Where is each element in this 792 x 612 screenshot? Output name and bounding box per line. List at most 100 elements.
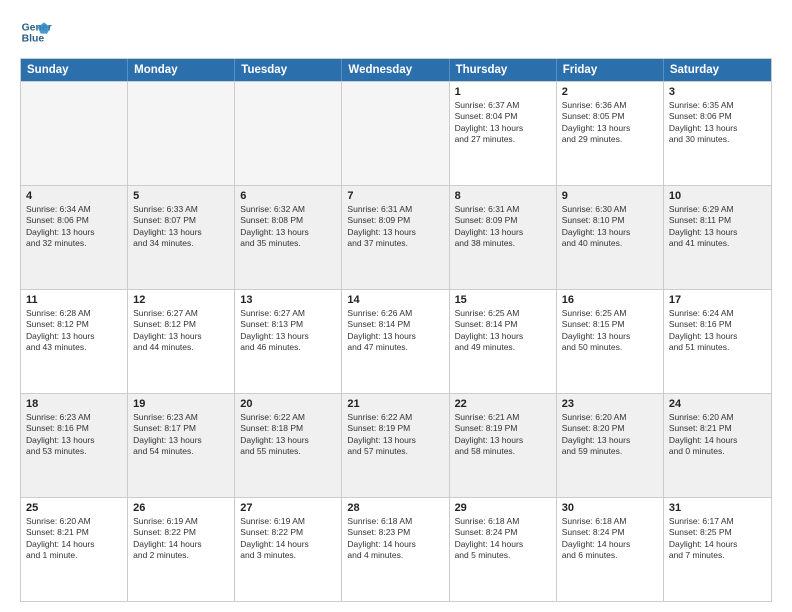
day-number: 22	[455, 398, 551, 410]
day-info: Sunrise: 6:20 AMSunset: 8:21 PMDaylight:…	[669, 412, 766, 458]
day-number: 8	[455, 190, 551, 202]
day-info: Sunrise: 6:37 AMSunset: 8:04 PMDaylight:…	[455, 100, 551, 146]
day-number: 3	[669, 86, 766, 98]
day-cell-25: 25 Sunrise: 6:20 AMSunset: 8:21 PMDayligh…	[21, 498, 128, 601]
day-cell-23: 23Sunrise: 6:20 AMSunset: 8:20 PMDayligh…	[557, 394, 664, 497]
day-number: 13	[240, 294, 336, 306]
header-day-thursday: Thursday	[450, 59, 557, 81]
day-info: Sunrise: 6:18 AMSunset: 8:23 PMDaylight:…	[347, 516, 443, 562]
header-day-sunday: Sunday	[21, 59, 128, 81]
day-cell-5: 5 Sunrise: 6:33 AMSunset: 8:07 PMDaylight…	[128, 186, 235, 289]
page-header: General Blue	[20, 16, 772, 48]
header-day-tuesday: Tuesday	[235, 59, 342, 81]
calendar-row-3: 11Sunrise: 6:28 AMSunset: 8:12 PMDayligh…	[21, 289, 771, 393]
day-number: 15	[455, 294, 551, 306]
day-number: 30	[562, 502, 658, 514]
svg-text:Blue: Blue	[22, 34, 45, 45]
day-cell-3: 3 Sunrise: 6:35 AMSunset: 8:06 PMDaylight…	[664, 82, 771, 185]
day-cell-4: 4 Sunrise: 6:34 AMSunset: 8:06 PMDaylight…	[21, 186, 128, 289]
day-info: Sunrise: 6:29 AMSunset: 8:11 PMDaylight:…	[669, 204, 766, 250]
calendar-row-4: 18 Sunrise: 6:23 AMSunset: 8:16 PMDayligh…	[21, 393, 771, 497]
day-cell-16: 16 Sunrise: 6:25 AMSunset: 8:15 PMDayligh…	[557, 290, 664, 393]
day-number: 18	[26, 398, 122, 410]
day-number: 17	[669, 294, 766, 306]
day-cell-6: 6 Sunrise: 6:32 AMSunset: 8:08 PMDaylight…	[235, 186, 342, 289]
day-info: Sunrise: 6:25 AMSunset: 8:15 PMDaylight:…	[562, 308, 658, 354]
day-number: 4	[26, 190, 122, 202]
day-number: 26	[133, 502, 229, 514]
day-cell-27: 27Sunrise: 6:19 AMSunset: 8:22 PMDayligh…	[235, 498, 342, 601]
day-cell-8: 8 Sunrise: 6:31 AMSunset: 8:09 PMDaylight…	[450, 186, 557, 289]
day-info: Sunrise: 6:21 AMSunset: 8:19 PMDaylight:…	[455, 412, 551, 458]
empty-cell	[342, 82, 449, 185]
day-cell-28: 28 Sunrise: 6:18 AMSunset: 8:23 PMDayligh…	[342, 498, 449, 601]
day-number: 10	[669, 190, 766, 202]
empty-cell	[128, 82, 235, 185]
header-day-monday: Monday	[128, 59, 235, 81]
logo: General Blue	[20, 16, 52, 48]
day-cell-22: 22 Sunrise: 6:21 AMSunset: 8:19 PMDayligh…	[450, 394, 557, 497]
day-cell-17: 17Sunrise: 6:24 AMSunset: 8:16 PMDayligh…	[664, 290, 771, 393]
header-day-saturday: Saturday	[664, 59, 771, 81]
day-cell-18: 18 Sunrise: 6:23 AMSunset: 8:16 PMDayligh…	[21, 394, 128, 497]
day-number: 1	[455, 86, 551, 98]
day-number: 6	[240, 190, 336, 202]
day-info: Sunrise: 6:32 AMSunset: 8:08 PMDaylight:…	[240, 204, 336, 250]
calendar-header: SundayMondayTuesdayWednesdayThursdayFrid…	[21, 59, 771, 81]
day-number: 19	[133, 398, 229, 410]
day-info: Sunrise: 6:22 AMSunset: 8:18 PMDaylight:…	[240, 412, 336, 458]
day-number: 7	[347, 190, 443, 202]
day-info: Sunrise: 6:18 AMSunset: 8:24 PMDaylight:…	[562, 516, 658, 562]
day-info: Sunrise: 6:27 AMSunset: 8:13 PMDaylight:…	[240, 308, 336, 354]
day-info: Sunrise: 6:19 AMSunset: 8:22 PMDaylight:…	[133, 516, 229, 562]
day-info: Sunrise: 6:20 AMSunset: 8:21 PMDaylight:…	[26, 516, 122, 562]
day-info: Sunrise: 6:25 AMSunset: 8:14 PMDaylight:…	[455, 308, 551, 354]
day-cell-7: 7 Sunrise: 6:31 AMSunset: 8:09 PMDaylight…	[342, 186, 449, 289]
day-cell-24: 24 Sunrise: 6:20 AMSunset: 8:21 PMDayligh…	[664, 394, 771, 497]
day-number: 16	[562, 294, 658, 306]
day-info: Sunrise: 6:27 AMSunset: 8:12 PMDaylight:…	[133, 308, 229, 354]
day-info: Sunrise: 6:26 AMSunset: 8:14 PMDaylight:…	[347, 308, 443, 354]
header-day-wednesday: Wednesday	[342, 59, 449, 81]
day-number: 28	[347, 502, 443, 514]
day-info: Sunrise: 6:23 AMSunset: 8:16 PMDaylight:…	[26, 412, 122, 458]
day-cell-13: 13 Sunrise: 6:27 AMSunset: 8:13 PMDayligh…	[235, 290, 342, 393]
day-number: 2	[562, 86, 658, 98]
day-number: 24	[669, 398, 766, 410]
day-cell-15: 15 Sunrise: 6:25 AMSunset: 8:14 PMDayligh…	[450, 290, 557, 393]
day-cell-29: 29Sunrise: 6:18 AMSunset: 8:24 PMDayligh…	[450, 498, 557, 601]
day-cell-14: 14 Sunrise: 6:26 AMSunset: 8:14 PMDayligh…	[342, 290, 449, 393]
day-cell-26: 26 Sunrise: 6:19 AMSunset: 8:22 PMDayligh…	[128, 498, 235, 601]
empty-cell	[21, 82, 128, 185]
day-info: Sunrise: 6:30 AMSunset: 8:10 PMDaylight:…	[562, 204, 658, 250]
empty-cell	[235, 82, 342, 185]
day-info: Sunrise: 6:22 AMSunset: 8:19 PMDaylight:…	[347, 412, 443, 458]
day-number: 20	[240, 398, 336, 410]
day-info: Sunrise: 6:17 AMSunset: 8:25 PMDaylight:…	[669, 516, 766, 562]
day-number: 27	[240, 502, 336, 514]
day-cell-12: 12Sunrise: 6:27 AMSunset: 8:12 PMDayligh…	[128, 290, 235, 393]
day-number: 5	[133, 190, 229, 202]
day-cell-30: 30 Sunrise: 6:18 AMSunset: 8:24 PMDayligh…	[557, 498, 664, 601]
day-info: Sunrise: 6:31 AMSunset: 8:09 PMDaylight:…	[455, 204, 551, 250]
day-info: Sunrise: 6:23 AMSunset: 8:17 PMDaylight:…	[133, 412, 229, 458]
day-number: 25	[26, 502, 122, 514]
header-day-friday: Friday	[557, 59, 664, 81]
day-cell-2: 2 Sunrise: 6:36 AMSunset: 8:05 PMDaylight…	[557, 82, 664, 185]
calendar-row-5: 25 Sunrise: 6:20 AMSunset: 8:21 PMDayligh…	[21, 497, 771, 601]
day-info: Sunrise: 6:31 AMSunset: 8:09 PMDaylight:…	[347, 204, 443, 250]
day-info: Sunrise: 6:33 AMSunset: 8:07 PMDaylight:…	[133, 204, 229, 250]
calendar-row-1: 1 Sunrise: 6:37 AMSunset: 8:04 PMDaylight…	[21, 81, 771, 185]
day-number: 14	[347, 294, 443, 306]
day-info: Sunrise: 6:35 AMSunset: 8:06 PMDaylight:…	[669, 100, 766, 146]
day-number: 21	[347, 398, 443, 410]
day-info: Sunrise: 6:34 AMSunset: 8:06 PMDaylight:…	[26, 204, 122, 250]
day-cell-9: 9Sunrise: 6:30 AMSunset: 8:10 PMDaylight…	[557, 186, 664, 289]
day-cell-19: 19 Sunrise: 6:23 AMSunset: 8:17 PMDayligh…	[128, 394, 235, 497]
day-cell-31: 31Sunrise: 6:17 AMSunset: 8:25 PMDayligh…	[664, 498, 771, 601]
day-number: 11	[26, 294, 122, 306]
calendar: SundayMondayTuesdayWednesdayThursdayFrid…	[20, 58, 772, 602]
day-info: Sunrise: 6:36 AMSunset: 8:05 PMDaylight:…	[562, 100, 658, 146]
day-cell-11: 11Sunrise: 6:28 AMSunset: 8:12 PMDayligh…	[21, 290, 128, 393]
logo-icon: General Blue	[20, 16, 52, 48]
